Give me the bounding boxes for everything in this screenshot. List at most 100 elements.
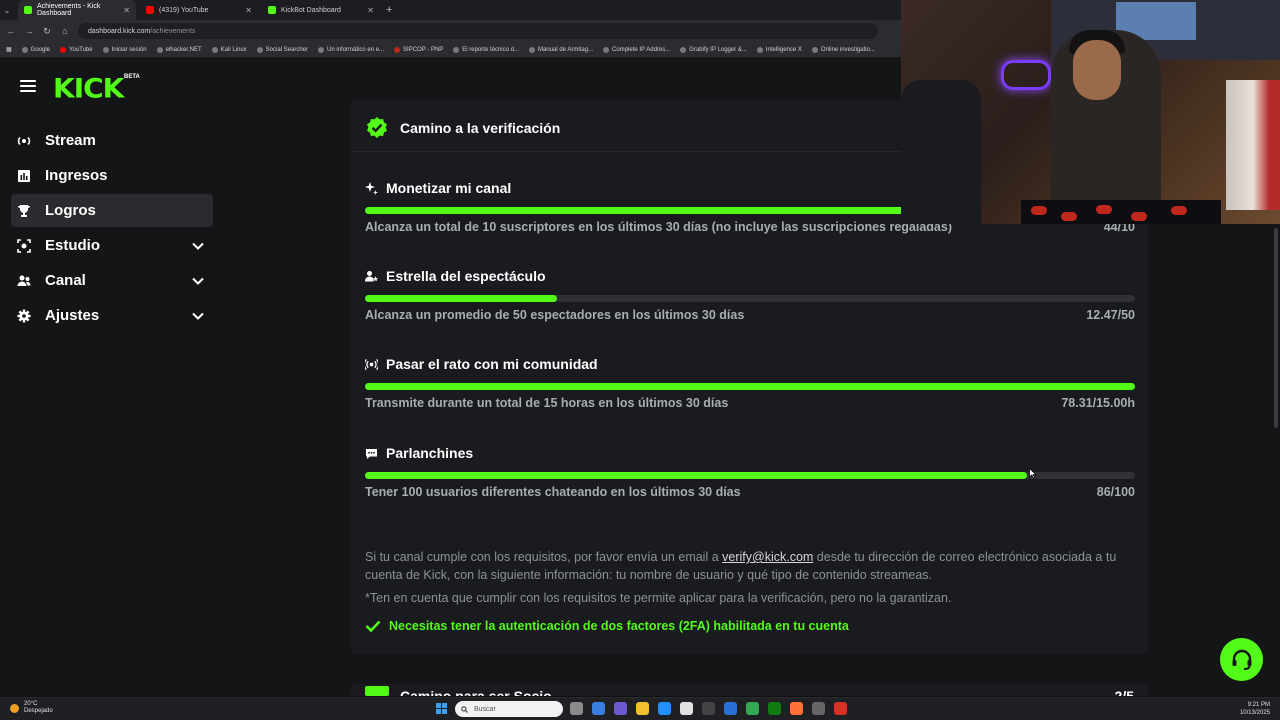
bookmark[interactable]: Online investigatio... [811,46,875,53]
achievement-description: Alcanza un promedio de 50 espectadores e… [365,308,745,322]
broadcast-icon [17,134,31,148]
chrome-canary-icon[interactable] [834,702,847,715]
note-prefix: Si tu canal cumple con los requisitos, p… [365,550,719,564]
bookmark[interactable]: elhacker.NET [156,46,202,53]
card-title: Camino para ser Socio [400,688,552,696]
bookmark[interactable]: Iniciar sesión [102,46,147,53]
kick-favicon-icon [24,6,32,14]
kick-logo[interactable]: KICK [53,73,124,104]
firefox-icon[interactable] [790,702,803,715]
sidebar-item-ajustes[interactable]: Ajustes [11,299,213,332]
progress-bar [365,383,1135,390]
bookmark-icon [211,46,218,53]
hamburger-menu-icon[interactable] [20,80,36,92]
headset-icon [1232,649,1251,670]
weather-widget[interactable]: 20°C Despejado [10,701,53,715]
sidebar-item-stream[interactable]: Stream [11,124,213,157]
bookmark[interactable]: Intelligence X [756,46,802,53]
bookmark-icon [318,46,325,53]
chat-bubble-icon [366,448,377,459]
chevron-down-icon[interactable] [191,274,205,288]
apps-grid-icon[interactable]: ▦ [6,46,12,53]
clock-time: 9:21 PM [1247,702,1270,708]
beta-badge: BETA [124,74,140,80]
bookmark[interactable]: Manual de Armitag... [528,46,593,53]
bookmark[interactable]: Un informático en e... [318,46,384,53]
checkmark-icon [365,620,381,632]
bookmark[interactable]: Google [21,46,50,53]
file-explorer-icon[interactable] [636,702,649,715]
chrome-icon[interactable] [746,702,759,715]
chevron-down-icon[interactable] [191,239,205,253]
back-icon[interactable]: ← [6,26,16,36]
achievement-title-row: Parlanchines [365,444,1135,462]
progress-bar [365,295,1135,302]
achievement-value: 86/100 [1096,485,1135,499]
tab-achievements[interactable]: Achievements - Kick Dashboard ✕ [18,0,136,20]
system-clock[interactable]: 9:21 PM 10/13/2025 [1240,701,1270,717]
bookmark[interactable]: YouTube [60,46,93,53]
tab-list-icon[interactable]: ⌄ [0,6,14,15]
bookmark[interactable]: El reporte técnico d... [453,46,519,53]
disclaimer-text: *Ten en cuenta que cumplir con los requi… [365,591,952,605]
task-view-icon[interactable] [570,702,583,715]
url-path: /achievements [150,27,196,35]
bookmark[interactable]: Kali Linux [211,46,247,53]
sidebar-item-ingresos[interactable]: Ingresos [11,159,213,192]
youtube-favicon-icon [146,6,154,14]
app-icon[interactable] [702,702,715,715]
sidebar-item-canal[interactable]: Canal [11,264,213,297]
mouse-cursor-icon [1029,468,1037,479]
camera-frame-icon [17,238,31,253]
sidebar-item-estudio[interactable]: Estudio [11,229,213,262]
search-placeholder: Buscar [474,705,496,713]
verify-email-link[interactable]: verify@kick.com [722,550,813,564]
progress-fill [365,295,557,302]
app-icon[interactable] [812,702,825,715]
store-icon[interactable] [680,702,693,715]
close-tab-icon[interactable]: ✕ [367,6,374,15]
url-host: dashboard.kick.com [88,27,151,35]
users-icon [17,274,31,288]
teams-icon[interactable] [614,702,627,715]
user-star-icon [365,270,378,281]
bookmark[interactable]: Grabify IP Logger &... [680,46,747,53]
scrollbar[interactable] [1274,228,1278,428]
bookmark[interactable]: SIPCOP - PNP [394,46,443,53]
tab-youtube[interactable]: (4319) YouTube ✕ [140,0,258,20]
bookmark[interactable]: Complete IP Addres... [603,46,670,53]
new-tab-button[interactable]: + [386,4,392,16]
sidebar-item-label: Estudio [45,237,100,254]
vscode-icon[interactable] [724,702,737,715]
close-tab-icon[interactable]: ✕ [245,6,252,15]
achievement-value: 78.31/15.00h [1061,396,1135,410]
chevron-down-icon[interactable] [191,309,205,323]
edge-icon[interactable] [658,702,671,715]
forward-icon[interactable]: → [24,26,34,36]
copilot-icon[interactable] [592,702,605,715]
close-tab-icon[interactable]: ✕ [123,6,130,15]
achievement-description: Transmite durante un total de 15 horas e… [365,396,729,410]
achievement-title: Parlanchines [386,445,474,461]
xbox-icon[interactable] [768,702,781,715]
bookmark-icon [528,46,535,53]
windows-start-icon[interactable] [436,703,447,714]
sidebar-item-logros[interactable]: Logros [11,194,213,227]
achievement-title: Pasar el rato con mi comunidad [386,356,598,372]
bookmark-icon [256,46,263,53]
support-chat-button[interactable] [1220,638,1263,681]
bookmark[interactable]: Social Searcher [256,46,308,53]
requirement-2fa: Necesitas tener la autenticación de dos … [365,619,849,633]
bar-chart-icon [17,169,31,183]
bookmark-icon [102,46,109,53]
taskbar-search-input[interactable]: Buscar [455,701,563,717]
kick-favicon-icon [268,6,276,14]
reload-icon[interactable]: ↻ [42,26,52,37]
sparkle-icon [365,181,378,195]
bookmark-icon [680,46,687,53]
achievement-title-row: Pasar el rato con mi comunidad [365,355,1135,373]
url-field[interactable]: dashboard.kick.com/achievements [78,23,878,39]
tab-kickbot[interactable]: KickBot Dashboard ✕ [262,0,380,20]
tab-title: (4319) YouTube [159,6,209,14]
home-icon[interactable]: ⌂ [60,26,70,36]
